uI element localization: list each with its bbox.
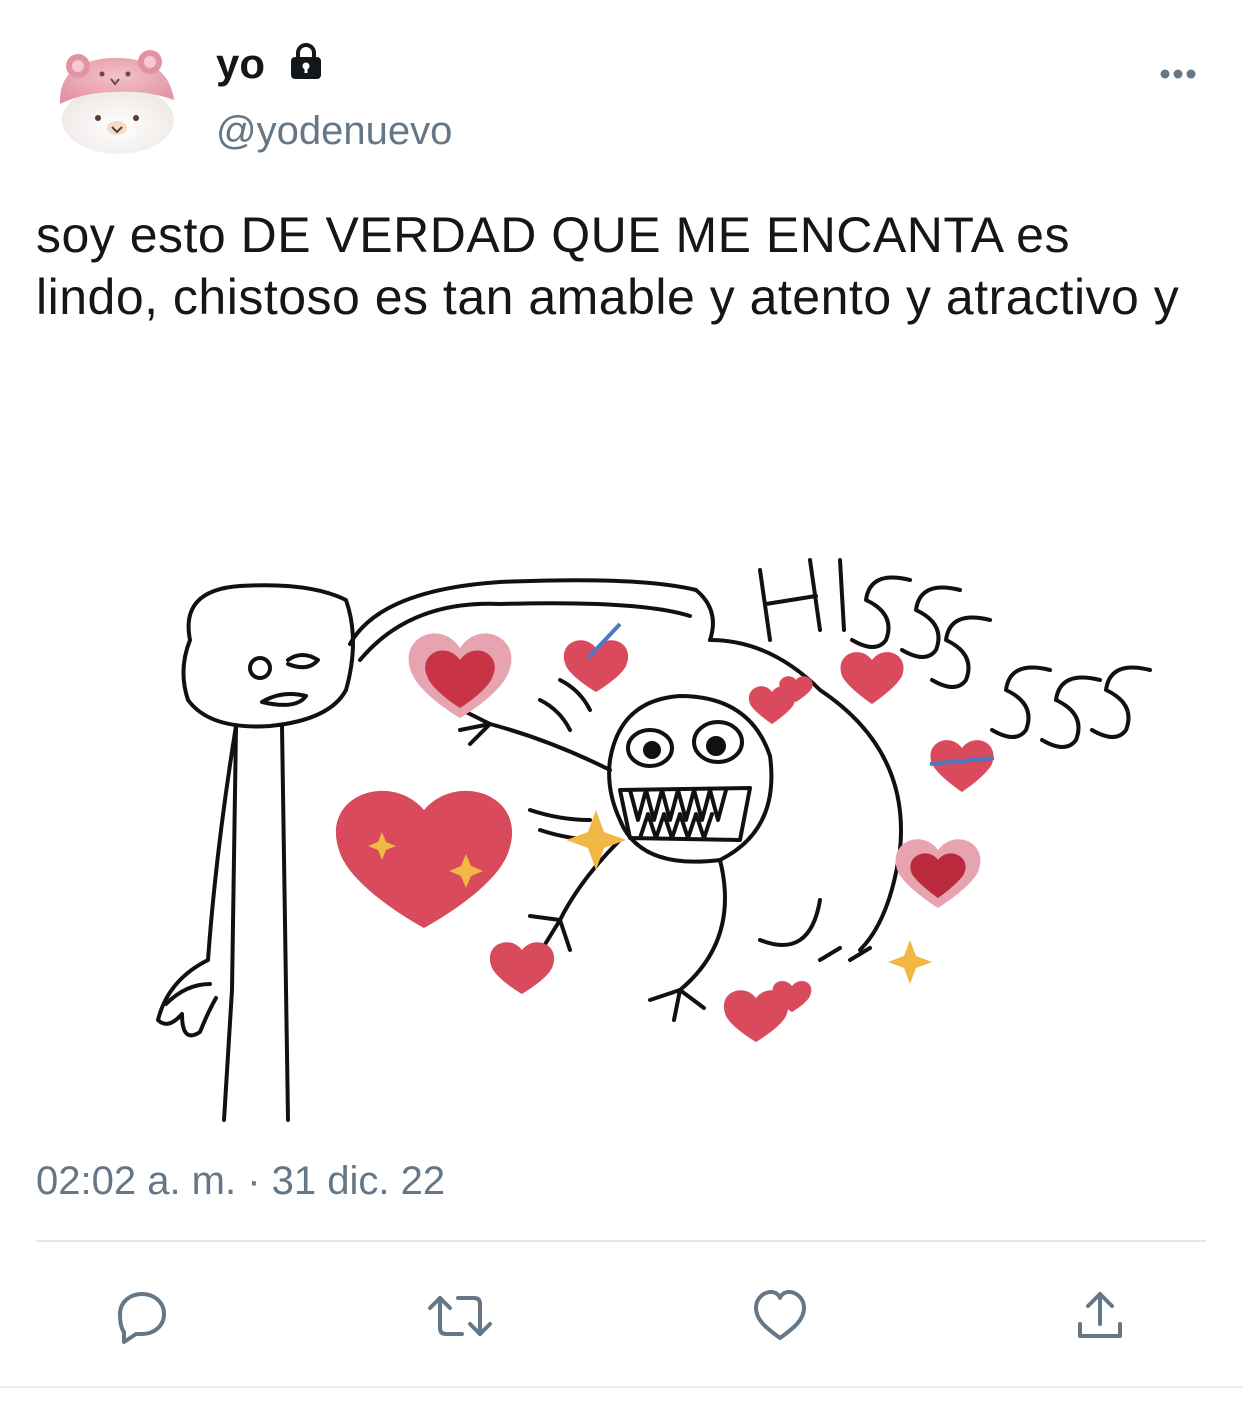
share-button[interactable] [1064,1280,1136,1352]
tweet-text: soy esto DE VERDAD QUE ME ENCANTA es lin… [36,207,1180,325]
speech-bubble-icon [118,1292,166,1344]
divider [0,1386,1242,1388]
display-name[interactable]: yo [216,38,265,90]
tweet-timestamp[interactable]: 02:02 a. m. · 31 dic. 22 [36,1156,445,1206]
tweet-media-image[interactable] [120,520,1180,1130]
user-handle[interactable]: @yodenuevo [216,106,452,156]
tweet-card: yo @yodenuevo soy esto DE VERDAD QUE ME … [0,0,1242,1406]
reply-button[interactable] [104,1280,176,1352]
retweet-button[interactable] [424,1280,496,1352]
like-button[interactable] [744,1280,816,1352]
lock-icon [286,42,326,82]
share-icon [1078,1292,1122,1338]
avatar[interactable] [50,44,182,156]
divider [36,1240,1206,1242]
retweet-icon [428,1296,492,1336]
more-options-icon[interactable] [1152,56,1202,92]
heart-icon [754,1290,806,1340]
